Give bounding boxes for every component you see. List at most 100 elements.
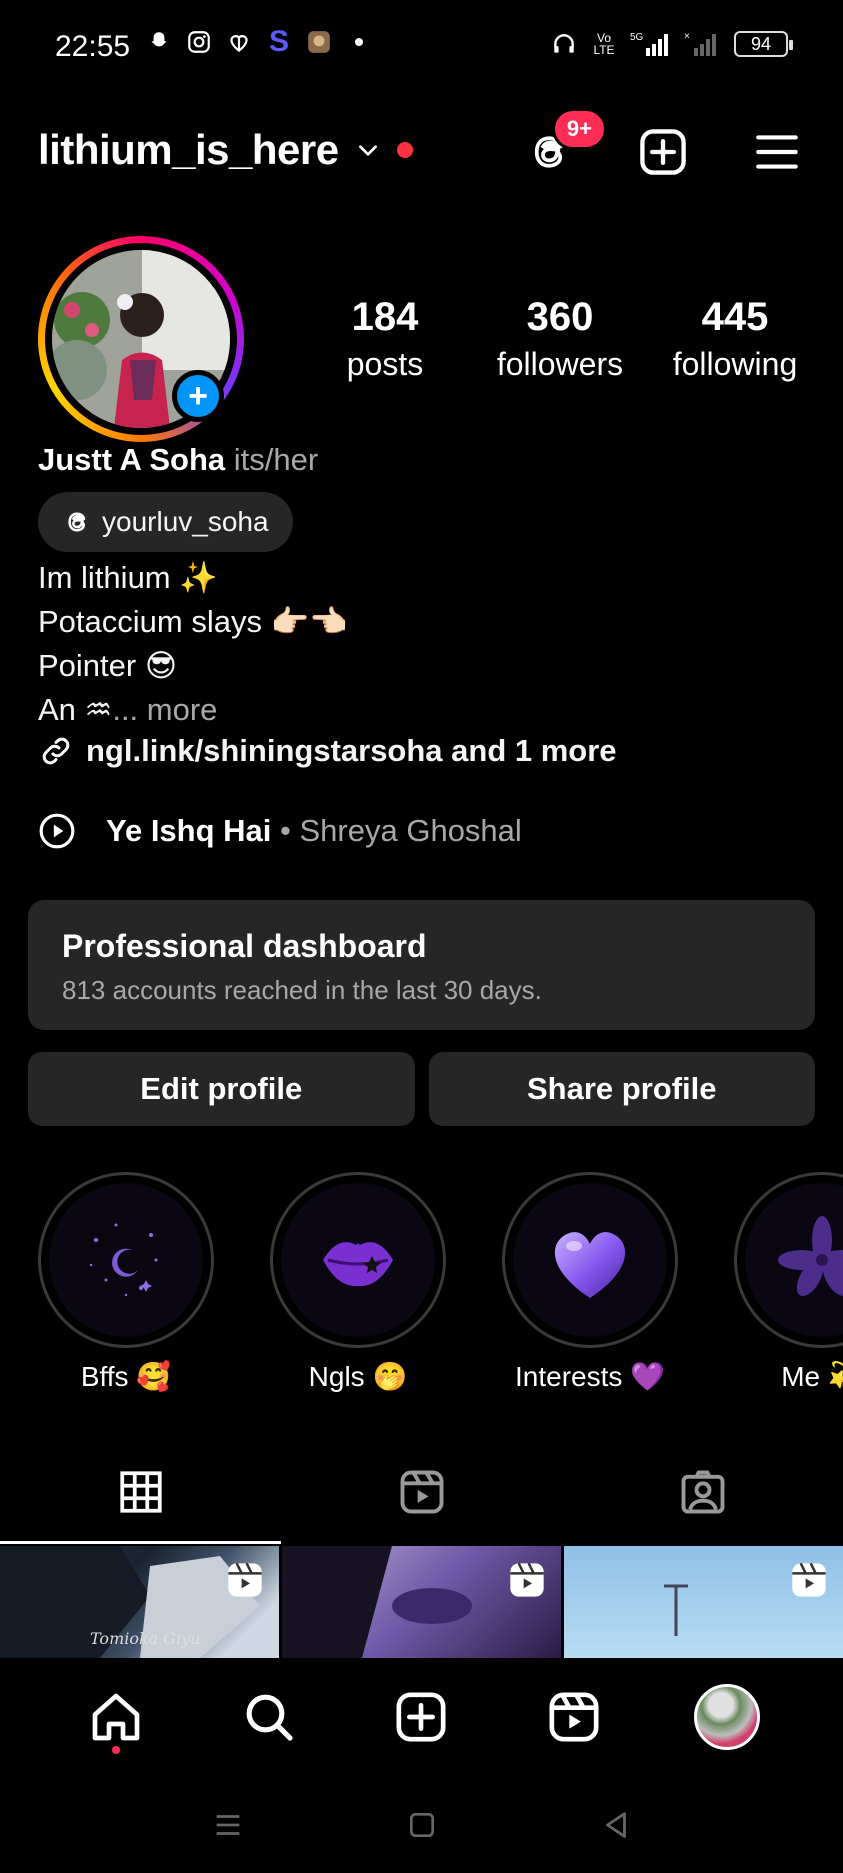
- plus-square-icon: [396, 1692, 446, 1742]
- status-notification-icons: S: [145, 25, 373, 58]
- followers-stat[interactable]: 360 followers: [475, 295, 645, 383]
- snapchat-icon: [145, 28, 173, 56]
- recent-apps-icon[interactable]: [211, 1808, 245, 1842]
- reel-indicator-icon: [228, 1562, 262, 1597]
- profile-content-tabs: [0, 1440, 843, 1544]
- reel-indicator-icon: [510, 1562, 544, 1597]
- highlight-label: Me 💫: [781, 1361, 843, 1392]
- volte-icon: Vo LTE: [593, 31, 615, 57]
- threads-button[interactable]: 9+: [521, 108, 607, 180]
- followers-label: followers: [496, 346, 624, 382]
- system-navigation-bar: [0, 1776, 843, 1873]
- reels-icon: [549, 1692, 599, 1742]
- nav-reels[interactable]: [539, 1682, 609, 1752]
- tab-tagged[interactable]: [562, 1440, 843, 1544]
- share-profile-button[interactable]: Share profile: [428, 1052, 815, 1126]
- avatar: [693, 1684, 760, 1750]
- status-system-icons: Vo LTE 5G × 94: [550, 30, 793, 58]
- threads-notification-badge: 9+: [551, 108, 607, 150]
- s-app-icon: S: [268, 25, 289, 58]
- highlight-ngls[interactable]: Ngls 🤭: [270, 1172, 446, 1393]
- back-triangle-icon[interactable]: [599, 1808, 633, 1842]
- instagram-icon: [185, 28, 213, 56]
- followers-count: 360: [526, 295, 594, 339]
- lips-icon: [323, 1242, 393, 1287]
- following-stat[interactable]: 445 following: [650, 295, 820, 383]
- account-switcher[interactable]: lithium_is_here: [38, 126, 413, 174]
- threads-profile-link[interactable]: yourluv_soha: [38, 492, 293, 552]
- posts-stat[interactable]: 184 posts: [300, 295, 470, 383]
- display-name: Justt A Soha: [38, 442, 226, 477]
- bio-line: An ♒... more: [38, 688, 348, 732]
- music-title: Ye Ishq Hai: [106, 813, 272, 848]
- bio-line: Im lithium ✨: [38, 560, 218, 595]
- following-label: following: [672, 346, 798, 382]
- svg-text:5G: 5G: [630, 32, 644, 43]
- grid-post[interactable]: [564, 1546, 843, 1658]
- dashboard-title: Professional dashboard: [62, 928, 427, 964]
- threads-handle: yourluv_soha: [102, 506, 269, 537]
- reels-icon: [400, 1470, 443, 1514]
- plus-square-icon: [640, 129, 686, 175]
- home-icon: [92, 1693, 140, 1741]
- bio-more-button[interactable]: ... more: [112, 692, 217, 727]
- profile-music[interactable]: Ye Ishq Hai • Shreya Ghoshal: [38, 812, 522, 850]
- bio-line: Pointer 😎: [38, 648, 178, 683]
- profile-header: lithium_is_here 9+: [38, 108, 805, 192]
- profile-actions: Edit profile Share profile: [28, 1052, 815, 1126]
- highlight-label: Interests 💜: [514, 1361, 666, 1392]
- header-actions: 9+: [521, 108, 805, 192]
- tagged-person-icon: [681, 1470, 724, 1514]
- following-count: 445: [701, 295, 769, 339]
- hamburger-menu-icon: [756, 135, 798, 169]
- story-highlights: Bffs 🥰 Ngls 🤭 Interests 💜 Me: [38, 1172, 843, 1393]
- music-separator: •: [271, 813, 300, 848]
- reel-indicator-icon: [792, 1562, 826, 1597]
- music-artist: Shreya Ghoshal: [299, 813, 522, 848]
- highlight-me[interactable]: Me 💫: [734, 1172, 843, 1393]
- bio-line: Potaccium slays 👉🏻👈🏻: [38, 604, 348, 639]
- battery-level: 94: [750, 33, 772, 54]
- post-caption: Tomioka Giyu: [90, 1629, 201, 1648]
- threads-icon: [68, 512, 86, 532]
- highlight-label: Ngls 🤭: [308, 1361, 408, 1392]
- tab-posts-grid[interactable]: [0, 1440, 281, 1544]
- highlight-label: Bffs 🥰: [80, 1361, 172, 1392]
- dashboard-subtitle: 813 accounts reached in the last 30 days…: [62, 975, 542, 1005]
- profile-bio[interactable]: Im lithium ✨ Potaccium slays 👉🏻👈🏻 Pointe…: [38, 556, 348, 732]
- home-activity-dot-icon: [112, 1746, 121, 1754]
- status-bar: 22:55 S Vo LTE 5G × 94: [0, 0, 843, 100]
- menu-button[interactable]: [749, 124, 805, 180]
- posts-count: 184: [351, 295, 419, 339]
- game-app-icon: [305, 28, 333, 56]
- link-icon: [42, 737, 70, 765]
- edit-profile-button[interactable]: Edit profile: [28, 1052, 415, 1126]
- signal-5g-icon: 5G: [630, 30, 670, 58]
- search-icon: [246, 1694, 293, 1741]
- profile-name-line: Justt A Soha its/her: [38, 442, 318, 478]
- bio-last-line: An ♒: [38, 692, 113, 727]
- bottom-navigation: [0, 1658, 843, 1776]
- bio-link[interactable]: ngl.link/shiningstarsoha and 1 more: [38, 733, 617, 769]
- nav-search[interactable]: [234, 1682, 304, 1752]
- grid-post[interactable]: Tomioka Giyu: [0, 1546, 279, 1658]
- signal-weak-icon: ×: [684, 30, 720, 58]
- profile-stats: 184 posts 360 followers 445 following: [300, 295, 820, 383]
- heart-icon: [554, 1232, 626, 1298]
- link-text: ngl.link/shiningstarsoha and 1 more: [86, 733, 617, 768]
- highlight-interests[interactable]: Interests 💜: [502, 1172, 678, 1393]
- tab-reels[interactable]: [281, 1440, 562, 1544]
- grid-post[interactable]: [282, 1546, 561, 1658]
- create-button[interactable]: [635, 124, 691, 180]
- nav-create[interactable]: [386, 1682, 456, 1752]
- svg-text:×: ×: [684, 31, 690, 42]
- nav-profile[interactable]: [692, 1682, 762, 1752]
- chevron-down-icon: [358, 145, 377, 156]
- nav-home[interactable]: [81, 1682, 151, 1754]
- professional-dashboard-card[interactable]: Professional dashboard 813 accounts reac…: [28, 900, 815, 1030]
- unread-dot-icon: [396, 142, 413, 158]
- add-story-button[interactable]: +: [172, 370, 224, 422]
- highlight-bffs[interactable]: Bffs 🥰: [38, 1172, 214, 1393]
- moon-stars-icon: [89, 1223, 158, 1297]
- home-square-icon[interactable]: [406, 1809, 438, 1841]
